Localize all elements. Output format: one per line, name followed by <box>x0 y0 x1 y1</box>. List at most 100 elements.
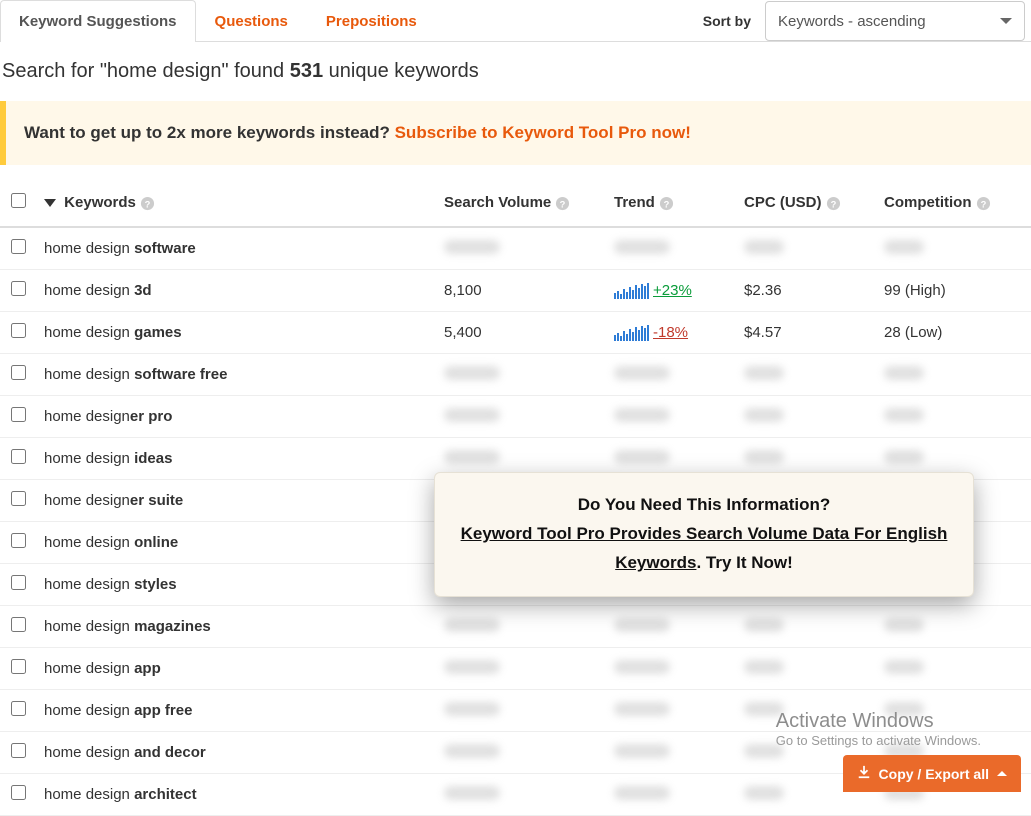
competition-cell <box>876 648 1031 690</box>
trend-cell <box>606 354 736 396</box>
row-checkbox[interactable] <box>11 659 26 674</box>
table-row: home design software free <box>0 354 1031 396</box>
keyword-cell[interactable]: home design magazines <box>36 606 436 648</box>
keyword-cell[interactable]: home design 3d <box>36 270 436 312</box>
keyword-cell[interactable]: home design and decor <box>36 732 436 774</box>
blurred-value <box>444 702 500 716</box>
blurred-value <box>614 450 670 464</box>
sort-select[interactable]: Keywords - ascending <box>765 1 1025 41</box>
table-row: home design app free <box>0 690 1031 732</box>
trend-cell <box>606 227 736 270</box>
tab-questions[interactable]: Questions <box>196 0 307 42</box>
col-header-cpc[interactable]: CPC (USD) ? <box>736 179 876 227</box>
volume-cell <box>436 690 606 732</box>
keyword-bold: software free <box>134 366 227 383</box>
volume-cell <box>436 354 606 396</box>
trend-cell <box>606 690 736 732</box>
blurred-value <box>884 618 924 632</box>
help-icon[interactable]: ? <box>555 194 570 211</box>
row-checkbox[interactable] <box>11 239 26 254</box>
competition-cell: 28 (Low) <box>876 312 1031 354</box>
keyword-cell[interactable]: home designer pro <box>36 396 436 438</box>
keyword-bold: games <box>134 324 182 341</box>
blurred-value <box>744 450 784 464</box>
keyword-bold: app <box>134 660 161 677</box>
keyword-bold: 3d <box>134 282 152 299</box>
volume-cell <box>436 648 606 690</box>
col-header-trend[interactable]: Trend ? <box>606 179 736 227</box>
cpc-cell <box>736 227 876 270</box>
col-label-keywords: Keywords <box>64 194 136 211</box>
help-icon[interactable]: ? <box>659 194 674 211</box>
col-label-trend: Trend <box>614 194 655 211</box>
row-checkbox[interactable] <box>11 449 26 464</box>
download-icon <box>857 765 871 782</box>
blurred-value <box>614 702 670 716</box>
chevron-up-icon <box>997 771 1007 776</box>
help-icon[interactable]: ? <box>976 194 991 211</box>
blurred-value <box>614 408 670 422</box>
svg-text:?: ? <box>145 200 151 210</box>
keyword-cell[interactable]: home designer suite <box>36 480 436 522</box>
row-checkbox[interactable] <box>11 533 26 548</box>
keyword-prefix: home design <box>44 576 134 593</box>
table-row: home design magazines <box>0 606 1031 648</box>
keyword-cell[interactable]: home design app <box>36 648 436 690</box>
volume-cell <box>436 227 606 270</box>
keyword-bold: styles <box>134 576 177 593</box>
keyword-prefix: home design <box>44 282 134 299</box>
volume-cell <box>436 606 606 648</box>
keyword-cell[interactable]: home design styles <box>36 564 436 606</box>
keyword-prefix: home design <box>44 618 134 635</box>
row-checkbox[interactable] <box>11 323 26 338</box>
keyword-prefix: home design <box>44 660 134 677</box>
keyword-cell[interactable]: home design software <box>36 227 436 270</box>
blurred-value <box>884 660 924 674</box>
cpc-cell: $4.57 <box>736 312 876 354</box>
blurred-value <box>614 240 670 254</box>
select-all-checkbox[interactable] <box>11 193 26 208</box>
keyword-bold: er suite <box>130 492 183 509</box>
row-checkbox[interactable] <box>11 491 26 506</box>
help-icon[interactable]: ? <box>826 194 841 211</box>
col-header-keywords[interactable]: Keywords ? <box>36 179 436 227</box>
col-header-volume[interactable]: Search Volume ? <box>436 179 606 227</box>
keyword-cell[interactable]: home design software free <box>36 354 436 396</box>
competition-cell <box>876 606 1031 648</box>
col-header-competition[interactable]: Competition ? <box>876 179 1031 227</box>
help-icon[interactable]: ? <box>140 194 155 211</box>
summary-suffix: unique keywords <box>323 60 479 82</box>
keyword-bold: online <box>134 534 178 551</box>
row-checkbox[interactable] <box>11 281 26 296</box>
keyword-prefix: home design <box>44 534 134 551</box>
chevron-down-icon <box>1000 18 1012 24</box>
copy-export-button[interactable]: Copy / Export all <box>843 755 1021 792</box>
keyword-cell[interactable]: home design app free <box>36 690 436 732</box>
svg-text:?: ? <box>830 200 836 210</box>
volume-cell: 5,400 <box>436 312 606 354</box>
blurred-value <box>444 744 500 758</box>
competition-cell <box>876 690 1031 732</box>
row-checkbox[interactable] <box>11 365 26 380</box>
tabs: Keyword Suggestions Questions Prepositio… <box>0 0 436 42</box>
keyword-cell[interactable]: home design architect <box>36 774 436 816</box>
trend-value[interactable]: -18% <box>653 324 688 341</box>
keyword-bold: architect <box>134 786 197 803</box>
keyword-cell[interactable]: home design ideas <box>36 438 436 480</box>
row-checkbox[interactable] <box>11 575 26 590</box>
promo-link[interactable]: Subscribe to Keyword Tool Pro now! <box>395 123 691 142</box>
cpc-value: $4.57 <box>744 324 782 341</box>
keyword-bold: magazines <box>134 618 211 635</box>
tab-prepositions[interactable]: Prepositions <box>307 0 436 42</box>
blurred-value <box>444 660 500 674</box>
tab-keyword-suggestions[interactable]: Keyword Suggestions <box>0 0 196 42</box>
row-checkbox[interactable] <box>11 617 26 632</box>
keyword-cell[interactable]: home design games <box>36 312 436 354</box>
row-checkbox[interactable] <box>11 407 26 422</box>
blurred-value <box>884 408 924 422</box>
row-checkbox[interactable] <box>11 701 26 716</box>
row-checkbox[interactable] <box>11 743 26 758</box>
keyword-cell[interactable]: home design online <box>36 522 436 564</box>
trend-value[interactable]: +23% <box>653 282 692 299</box>
overlay-title: Do You Need This Information? <box>457 491 951 520</box>
